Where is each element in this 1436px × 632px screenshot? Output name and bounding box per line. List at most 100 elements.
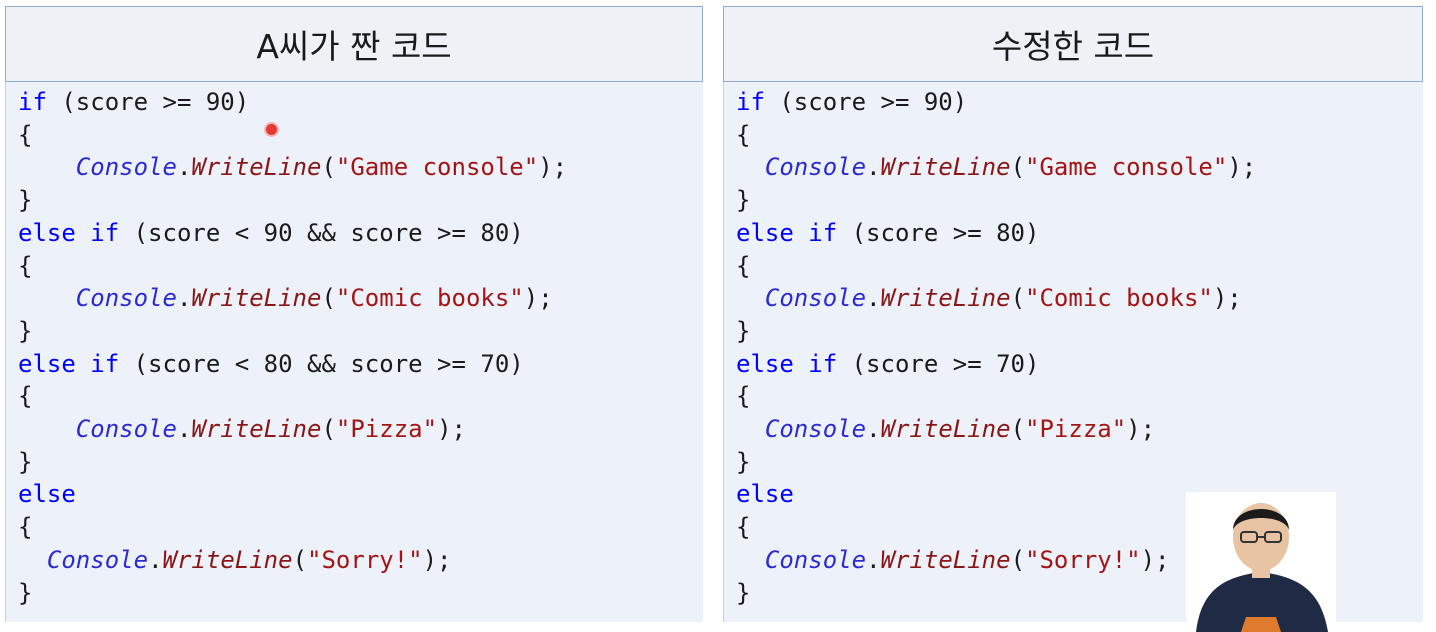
- code-line: else if (score >= 70): [736, 349, 1039, 379]
- code-line: }: [736, 578, 750, 608]
- code-token: {: [736, 251, 751, 280]
- code-token: Console: [46, 545, 149, 574]
- code-line: }: [18, 447, 32, 477]
- code-token: Console: [764, 545, 867, 574]
- code-token: >= 80): [422, 218, 524, 247]
- code-line: else if (score < 80 && score >= 70): [18, 349, 524, 379]
- code-token: (: [1010, 153, 1026, 182]
- code-token: (: [321, 415, 336, 443]
- code-token: "Game console": [1025, 153, 1228, 182]
- left-panel-title: A씨가 짠 코드: [5, 6, 703, 82]
- code-line: }: [736, 316, 750, 346]
- code-token: (score >= 70): [837, 349, 1040, 378]
- code-token: WriteLine: [191, 284, 322, 313]
- code-line: else if (score >= 80): [736, 218, 1039, 248]
- code-token: );: [1140, 545, 1170, 574]
- code-token: if: [18, 88, 47, 116]
- code-token: }: [736, 186, 751, 215]
- code-line: else if (score < 90 && score >= 80): [18, 218, 524, 248]
- code-token: WriteLine: [880, 284, 1011, 313]
- code-token: .: [148, 545, 163, 574]
- code-token: );: [538, 153, 568, 182]
- code-token: "Sorry!": [1025, 545, 1141, 574]
- code-token: (: [321, 284, 336, 313]
- code-line: {: [736, 251, 750, 281]
- code-token: (: [292, 545, 308, 574]
- code-line: }: [18, 578, 32, 608]
- code-token: {: [18, 382, 33, 411]
- code-line: {: [18, 120, 32, 150]
- code-token: );: [422, 545, 452, 574]
- code-token: }: [18, 447, 33, 476]
- code-token: Console: [75, 153, 177, 182]
- code-token: WriteLine: [880, 153, 1011, 182]
- code-token: else if: [736, 218, 838, 247]
- code-token: (score < 80 &&: [119, 349, 351, 378]
- code-line: Console.WriteLine("Sorry!");: [18, 545, 452, 575]
- code-token: WriteLine: [191, 415, 322, 443]
- code-line: {: [736, 120, 750, 150]
- code-line: else: [736, 479, 794, 509]
- laser-pointer-icon: [266, 124, 277, 135]
- code-line: Console.WriteLine("Pizza");: [736, 414, 1155, 444]
- code-token: if: [736, 88, 765, 116]
- left-code-panel: A씨가 짠 코드 if (score >= 90){ Console.Write…: [5, 6, 703, 622]
- code-token: else if: [18, 218, 120, 247]
- code-token: WriteLine: [880, 415, 1011, 443]
- code-token: (: [1010, 545, 1026, 574]
- code-token: >= 70): [422, 349, 524, 378]
- code-token: else if: [18, 349, 120, 378]
- code-line: else: [18, 479, 76, 509]
- code-token: (score < 90 &&: [119, 218, 351, 247]
- code-token: WriteLine: [191, 153, 322, 182]
- code-token: "Sorry!": [307, 545, 423, 574]
- code-token: }: [18, 186, 33, 215]
- code-line: Console.WriteLine("Game console");: [18, 152, 567, 182]
- code-line: {: [18, 251, 32, 281]
- code-token: .: [176, 284, 192, 313]
- code-token: "Game console": [335, 153, 539, 182]
- code-token: else: [736, 480, 794, 509]
- code-line: }: [18, 316, 32, 346]
- code-token: .: [176, 153, 192, 182]
- code-line: Console.WriteLine("Comic books");: [18, 283, 553, 313]
- code-line: }: [736, 447, 750, 477]
- code-token: (: [321, 153, 336, 182]
- code-token: }: [736, 447, 751, 476]
- code-token: );: [1126, 415, 1156, 443]
- code-token: else if: [736, 349, 838, 378]
- code-token: (score >= 90): [764, 88, 968, 116]
- code-token: .: [866, 415, 881, 443]
- code-line: if (score >= 90): [18, 87, 249, 117]
- code-token: {: [18, 251, 33, 280]
- code-token: {: [18, 120, 33, 149]
- code-token: Console: [75, 415, 177, 443]
- code-line: Console.WriteLine("Game console");: [736, 152, 1256, 182]
- code-token: .: [866, 153, 881, 182]
- code-line: {: [18, 381, 32, 411]
- code-token: score: [350, 349, 423, 378]
- code-token: }: [18, 316, 33, 345]
- code-token: else: [18, 480, 76, 509]
- code-token: (score >= 90): [46, 88, 250, 116]
- code-token: (: [1010, 284, 1026, 313]
- right-panel-title: 수정한 코드: [723, 6, 1423, 82]
- code-token: );: [1212, 284, 1242, 313]
- code-token: .: [866, 545, 881, 574]
- code-token: );: [1227, 153, 1257, 182]
- code-line: }: [18, 185, 32, 215]
- code-token: }: [736, 578, 751, 607]
- left-code-block: if (score >= 90){ Console.WriteLine("Gam…: [5, 82, 703, 622]
- code-token: .: [866, 284, 881, 313]
- code-token: {: [736, 382, 751, 411]
- code-token: }: [736, 316, 751, 345]
- code-token: Console: [75, 284, 177, 313]
- code-token: );: [437, 415, 466, 443]
- code-token: (score >= 80): [837, 218, 1040, 247]
